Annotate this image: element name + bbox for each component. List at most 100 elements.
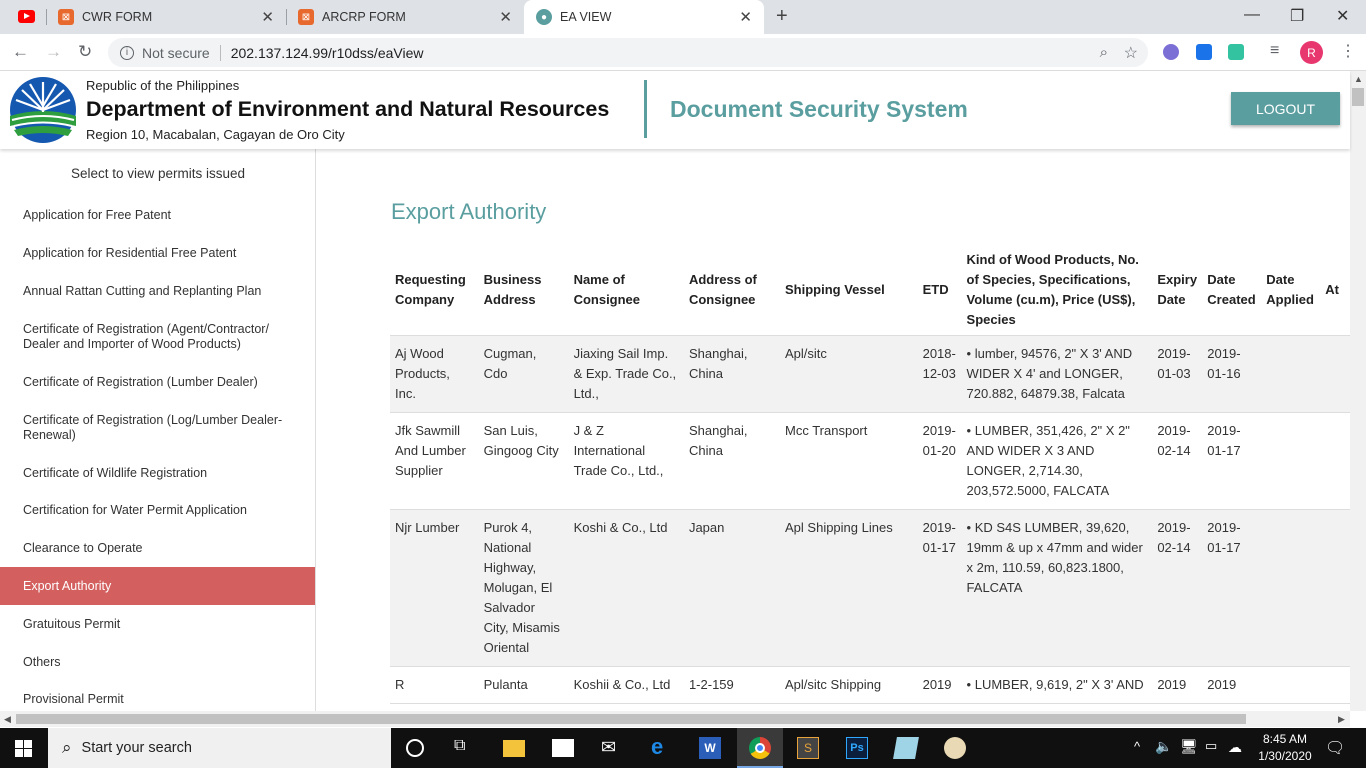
scroll-up-icon[interactable]: ▲	[1354, 74, 1363, 84]
volume-icon[interactable]: 🔈	[1155, 738, 1172, 755]
column-header[interactable]: Expiry Date	[1152, 244, 1203, 336]
tab-label: CWR FORM	[82, 10, 153, 24]
minimize-icon[interactable]: —	[1244, 6, 1260, 24]
sidebar-item-cor-lumber-dealer[interactable]: Certificate of Registration (Lumber Deal…	[0, 375, 315, 390]
page-title: Export Authority	[391, 199, 547, 224]
sidebar-item-export-authority[interactable]: Export Authority	[0, 567, 315, 605]
sidebar-item-cor-agent[interactable]: Certificate of Registration (Agent/Contr…	[0, 322, 315, 352]
zoom-icon[interactable]: ⌕	[1100, 44, 1108, 61]
battery-icon[interactable]: ▭	[1205, 738, 1217, 754]
edge-icon[interactable]: e	[651, 734, 673, 759]
column-header[interactable]: Name of Consignee	[568, 244, 684, 336]
tab-ea-view[interactable]: ● EA VIEW ✕	[524, 0, 764, 34]
cell-expiry: 2019-02-14	[1152, 412, 1203, 510]
url-text: 202.137.124.99/r10dss/eaView	[230, 44, 424, 61]
column-header[interactable]: Address of Consignee	[683, 244, 781, 336]
column-header[interactable]: Date Created	[1202, 244, 1262, 336]
menu-icon[interactable]: ⋮	[1340, 41, 1356, 61]
column-header[interactable]: Date Applied	[1261, 244, 1321, 336]
close-icon[interactable]: ✕	[739, 8, 752, 26]
task-view-icon[interactable]: ⧉	[454, 737, 476, 759]
sublime-icon[interactable]: S	[797, 737, 819, 759]
notification-icon[interactable]: 🗨	[1325, 738, 1345, 758]
table-row[interactable]: R Pulanta Koshii & Co., Ltd 1-2-159 Apl/…	[390, 666, 1350, 704]
chrome-taskbar-item[interactable]	[737, 728, 783, 768]
cell-consignee: Koshi & Co., Ltd	[568, 509, 684, 667]
mail-icon[interactable]: ✉	[601, 737, 623, 759]
table-row[interactable]: Jfk Sawmill And Lumber Supplier San Luis…	[390, 412, 1350, 510]
sidebar-item-others[interactable]: Others	[0, 655, 315, 670]
scroll-thumb[interactable]	[16, 714, 1246, 724]
close-icon[interactable]: ✕	[261, 8, 274, 26]
cell-company: Njr Lumber	[390, 509, 479, 667]
cell-consignee-address: Shanghai, China	[683, 412, 781, 510]
column-header[interactable]: Kind of Wood Products, No. of Species, S…	[961, 244, 1153, 336]
cell-expiry: 2019-02-14	[1152, 509, 1203, 667]
table-row[interactable]: Aj Wood Products, Inc. Cugman, Cdo Jiaxi…	[390, 335, 1350, 413]
chevron-up-icon[interactable]: ^	[1134, 739, 1140, 754]
scroll-thumb[interactable]	[1352, 88, 1364, 106]
forward-icon[interactable]: →	[45, 42, 62, 62]
column-header[interactable]: Shipping Vessel	[780, 244, 918, 336]
youtube-icon[interactable]	[18, 10, 35, 23]
tab-label: ARCRP FORM	[322, 10, 406, 24]
media-icon[interactable]: ≡	[1270, 42, 1279, 60]
reload-icon[interactable]: ↻	[78, 42, 92, 62]
cell-company: Jfk Sawmill And Lumber Supplier	[390, 412, 479, 510]
url-omnibox[interactable]: i Not secure 202.137.124.99/r10dss/eaVie…	[108, 38, 1148, 67]
cell-at	[1320, 509, 1350, 667]
page-header: Republic of the Philippines Department o…	[0, 71, 1350, 149]
column-header[interactable]: Requesting Company	[390, 244, 479, 336]
bookmark-star-icon[interactable]: ☆	[1124, 43, 1138, 63]
file-explorer-icon[interactable]	[503, 740, 525, 757]
extension-icon[interactable]	[1163, 44, 1179, 60]
denr-logo-icon	[10, 77, 76, 143]
cell-etd: 2019-01-20	[917, 412, 962, 510]
restore-icon[interactable]: ❐	[1290, 6, 1304, 26]
sidebar-item-free-patent[interactable]: Application for Free Patent	[0, 208, 315, 223]
back-icon[interactable]: ←	[12, 42, 29, 62]
tab-cwr-form[interactable]: ⊠ CWR FORM ✕	[46, 0, 286, 34]
sidebar-item-provisional-permit[interactable]: Provisional Permit	[0, 692, 315, 707]
taskbar-search-box[interactable]: ⌕ Start your search	[48, 728, 391, 768]
cell-etd: 2019	[917, 666, 962, 704]
onedrive-icon[interactable]: ☁	[1228, 739, 1242, 756]
windows-taskbar: ⌕ Start your search ⧉ ✉ e W S Ps ^ 🔈 🖥 ▭…	[0, 728, 1366, 768]
sidebar-item-residential-free-patent[interactable]: Application for Residential Free Patent	[0, 246, 315, 261]
avatar[interactable]: R	[1300, 41, 1323, 64]
system-clock[interactable]: 8:45 AM 1/30/2020	[1250, 731, 1320, 765]
tab-arcrp-form[interactable]: ⊠ ARCRP FORM ✕	[286, 0, 524, 34]
close-window-icon[interactable]: ✕	[1336, 6, 1349, 26]
logout-button[interactable]: LOGOUT	[1231, 92, 1340, 125]
sidebar-item-clearance[interactable]: Clearance to Operate	[0, 541, 315, 556]
region-label: Region 10, Macabalan, Cagayan de Oro Cit…	[86, 127, 345, 142]
word-icon[interactable]: W	[699, 737, 721, 759]
extension-search-icon[interactable]	[1196, 44, 1212, 60]
scroll-right-icon[interactable]: ▶	[1338, 714, 1345, 725]
vertical-scrollbar[interactable]: ▲	[1350, 71, 1366, 711]
store-icon[interactable]	[552, 739, 574, 757]
sidebar-item-rattan-cutting[interactable]: Annual Rattan Cutting and Replanting Pla…	[0, 284, 315, 299]
extension-leaf-icon[interactable]	[1228, 44, 1244, 60]
sidebar-item-cor-renewal[interactable]: Certificate of Registration (Log/Lumber …	[0, 413, 315, 443]
sidebar-item-wildlife-registration[interactable]: Certificate of Wildlife Registration	[0, 466, 315, 481]
export-authority-table: Requesting Company Business Address Name…	[390, 244, 1350, 704]
close-icon[interactable]: ✕	[499, 8, 512, 26]
info-icon[interactable]: i	[120, 45, 134, 60]
table-row[interactable]: Njr Lumber Purok 4, National Highway, Mo…	[390, 509, 1350, 667]
column-header[interactable]: At	[1320, 244, 1350, 336]
windows-start-icon[interactable]	[15, 740, 32, 757]
column-header[interactable]: Business Address	[478, 244, 569, 336]
photoshop-icon[interactable]: Ps	[846, 737, 868, 759]
notepad-icon[interactable]	[893, 737, 919, 759]
scroll-left-icon[interactable]: ◀	[4, 714, 11, 725]
column-header[interactable]: ETD	[917, 244, 962, 336]
network-icon[interactable]: 🖥	[1180, 738, 1198, 755]
sidebar-item-gratuitous-permit[interactable]: Gratuitous Permit	[0, 617, 315, 632]
new-tab-button[interactable]: +	[776, 5, 788, 28]
horizontal-scrollbar[interactable]: ◀ ▶	[0, 711, 1350, 727]
cell-products: • KD S4S LUMBER, 39,620, 19mm & up x 47m…	[961, 509, 1153, 667]
sidebar-item-water-permit[interactable]: Certification for Water Permit Applicati…	[0, 503, 315, 518]
paint-icon[interactable]	[944, 737, 966, 759]
cortana-icon[interactable]	[406, 739, 424, 757]
